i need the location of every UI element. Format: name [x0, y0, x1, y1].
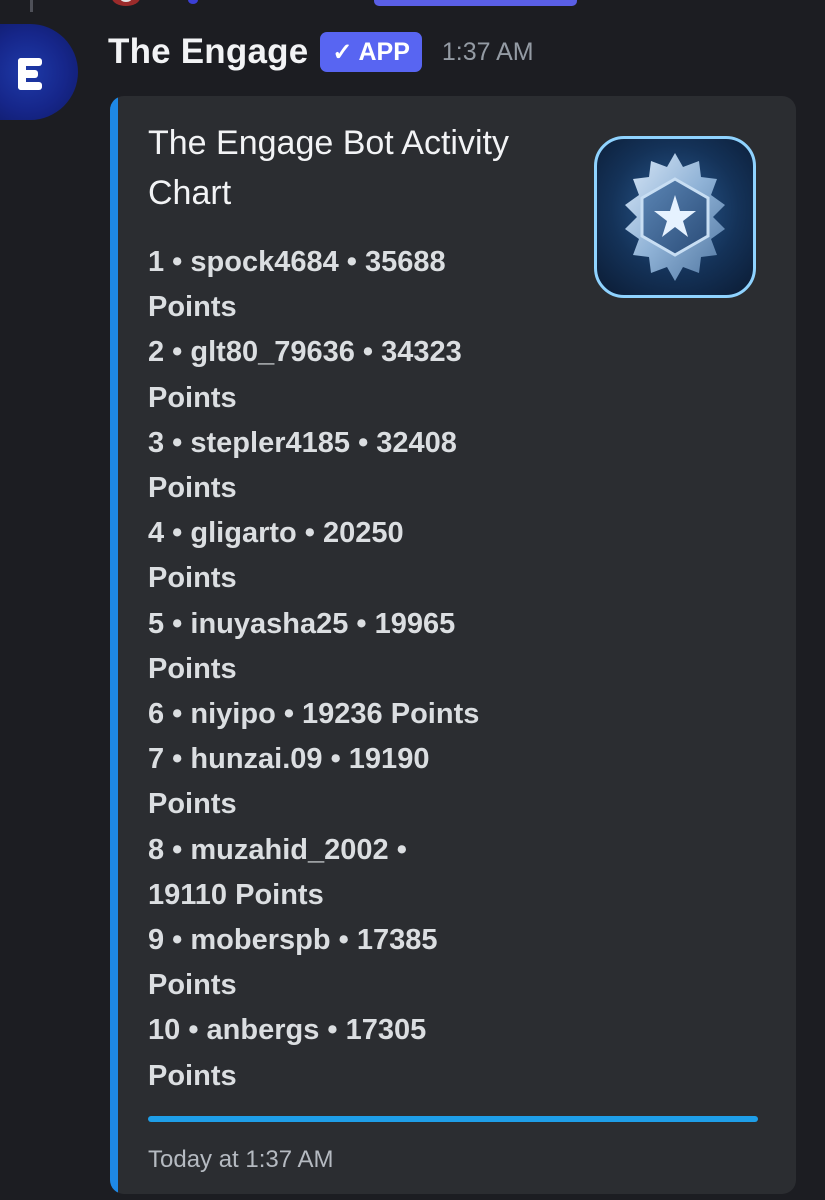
previous-embed-button[interactable]: [374, 0, 577, 6]
leaderboard-entry: 7 • hunzai.09 • 19190 Points: [148, 743, 430, 821]
embed-card: The Engage Bot Activity Chart 1 • spock4…: [110, 96, 796, 1194]
leaderboard-entry: 8 • muzahid_2002 • 19110 Points: [148, 833, 407, 911]
message-timestamp[interactable]: 1:37 AM: [442, 38, 534, 67]
discord-message-view: The Engage ✓ APP 1:37 AM The Engage Bot …: [0, 0, 825, 1200]
leaderboard-entry: 2 • glt80_79636 • 34323 Points: [148, 336, 462, 414]
previous-message-dot-icon: [188, 0, 198, 4]
message-header: The Engage ✓ APP 1:37 AM: [108, 28, 534, 76]
previous-reaction-emoji-icon[interactable]: [112, 0, 140, 6]
embed-footer: Today at 1:37 AM: [148, 1146, 334, 1173]
app-badge-label: APP: [358, 37, 410, 66]
leaderboard-entry: 3 • stepler4185 • 32408 Points: [148, 426, 457, 505]
leaderboard-entry: 4 • gligarto • 20250 Points: [148, 517, 404, 595]
leaderboard-entry: 9 • moberspb • 17385 Points: [148, 924, 438, 1002]
embed-divider-bar: [148, 1116, 758, 1122]
medal-badge-icon: [625, 153, 725, 281]
leaderboard-entry: 6 • niyipo • 19236 Points: [148, 698, 480, 731]
verified-check-icon: ✓: [332, 38, 353, 66]
embed-thumbnail[interactable]: [594, 136, 756, 298]
embed-title: The Engage Bot Activity Chart: [148, 124, 509, 212]
leaderboard-entry: 10 • anbergs • 17305 Points: [148, 1014, 427, 1092]
engage-logo-icon: [18, 58, 42, 90]
embed-accent-border: [110, 96, 118, 1194]
reply-thread-line: [30, 0, 33, 12]
leaderboard-entry: 5 • inuyasha25 • 19965 Points: [148, 607, 456, 685]
app-badge: ✓ APP: [320, 32, 422, 72]
leaderboard-list: 1 • spock4684 • 35688 Points 2 • glt80_79…: [148, 240, 538, 1099]
leaderboard-entry: 1 • spock4684 • 35688 Points: [148, 246, 446, 324]
avatar[interactable]: [0, 24, 78, 120]
author-name[interactable]: The Engage: [108, 32, 308, 72]
